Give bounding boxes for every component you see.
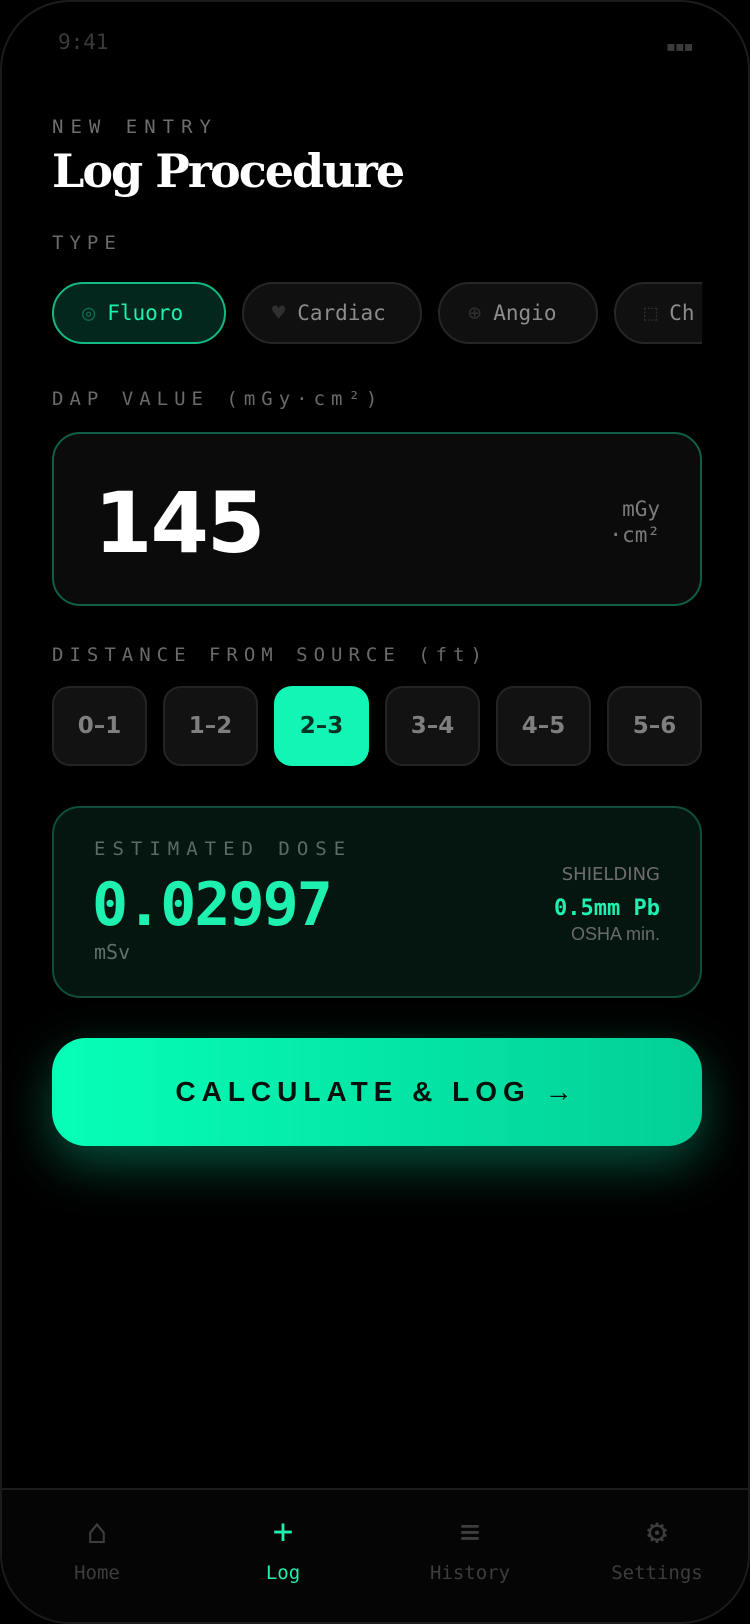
tab-label: Log bbox=[265, 1562, 301, 1584]
estimated-dose-card: ESTIMATED DOSE 0.02997 mSv SHIELDING 0.5… bbox=[52, 806, 702, 998]
shielding-label: SHIELDING bbox=[561, 864, 660, 885]
page-eyebrow: NEW ENTRY bbox=[52, 116, 218, 138]
gear-icon: ⚙ bbox=[646, 1512, 668, 1552]
distance-option-0-1[interactable]: 0–1 bbox=[52, 686, 147, 766]
distance-option-2-3[interactable]: 2–3 bbox=[274, 686, 369, 766]
chip-fluoro[interactable]: ◎ Fluoro bbox=[52, 282, 226, 344]
battery-icon: ▪▪▪ bbox=[665, 36, 693, 57]
square-icon: ⬚ bbox=[644, 300, 658, 326]
list-icon: ≡ bbox=[459, 1512, 481, 1552]
tab-history[interactable]: ≡ History bbox=[395, 1512, 545, 1584]
tab-log[interactable]: + Log bbox=[208, 1512, 358, 1584]
dap-section-label: DAP VALUE (mGy·cm²) bbox=[52, 388, 384, 410]
crosshair-icon: ⊕ bbox=[468, 300, 482, 326]
page-title: Log Procedure bbox=[52, 144, 405, 198]
chip-ch[interactable]: ⬚ Ch bbox=[614, 282, 702, 344]
chip-label: Ch bbox=[669, 301, 695, 325]
phone-frame: 9:41 ▪▪▪ NEW ENTRY Log Procedure TYPE ◎ … bbox=[0, 0, 750, 1624]
heart-icon: ♥ bbox=[272, 300, 286, 326]
distance-option-3-4[interactable]: 3–4 bbox=[385, 686, 480, 766]
dose-unit: mSv bbox=[94, 940, 131, 964]
plus-icon: + bbox=[272, 1512, 294, 1552]
home-icon: ⌂ bbox=[86, 1512, 108, 1552]
status-bar: 9:41 ▪▪▪ bbox=[58, 30, 694, 60]
dap-value: 145 bbox=[94, 474, 265, 572]
type-section-label: TYPE bbox=[52, 232, 122, 254]
tab-home[interactable]: ⌂ Home bbox=[22, 1512, 172, 1584]
distance-option-1-2[interactable]: 1–2 bbox=[163, 686, 258, 766]
bottom-tab-bar: ⌂ Home + Log ≡ History ⚙ Settings bbox=[2, 1488, 748, 1622]
shielding-note: OSHA min. bbox=[570, 924, 660, 944]
chip-angio[interactable]: ⊕ Angio bbox=[438, 282, 598, 344]
status-time: 9:41 bbox=[58, 30, 109, 54]
chip-label: Angio bbox=[493, 301, 557, 325]
procedure-type-chips[interactable]: ◎ Fluoro ♥ Cardiac ⊕ Angio ⬚ Ch bbox=[52, 282, 702, 344]
tab-label: Settings bbox=[611, 1562, 703, 1584]
tab-label: History bbox=[429, 1562, 511, 1584]
tab-settings[interactable]: ⚙ Settings bbox=[582, 1512, 732, 1584]
chip-label: Cardiac bbox=[297, 301, 386, 325]
chip-cardiac[interactable]: ♥ Cardiac bbox=[242, 282, 422, 344]
target-icon: ◎ bbox=[82, 300, 96, 326]
distance-section-label: DISTANCE FROM SOURCE (ft) bbox=[52, 644, 488, 666]
dap-unit: mGy ·cm² bbox=[609, 496, 660, 548]
dose-label: ESTIMATED DOSE bbox=[94, 838, 353, 860]
distance-option-4-5[interactable]: 4–5 bbox=[496, 686, 591, 766]
distance-option-5-6[interactable]: 5–6 bbox=[607, 686, 702, 766]
dose-value: 0.02997 bbox=[92, 870, 333, 940]
dap-unit-line2: ·cm² bbox=[609, 523, 660, 547]
tab-label: Home bbox=[74, 1562, 120, 1584]
calculate-log-button[interactable]: CALCULATE & LOG → bbox=[52, 1038, 702, 1146]
dap-input[interactable]: 145 mGy ·cm² bbox=[52, 432, 702, 606]
distance-selector: 0–1 1–2 2–3 3–4 4–5 5–6 bbox=[52, 686, 702, 766]
dap-unit-line1: mGy bbox=[622, 497, 660, 521]
shielding-value: 0.5mm Pb bbox=[554, 896, 660, 921]
chip-label: Fluoro bbox=[107, 301, 184, 325]
